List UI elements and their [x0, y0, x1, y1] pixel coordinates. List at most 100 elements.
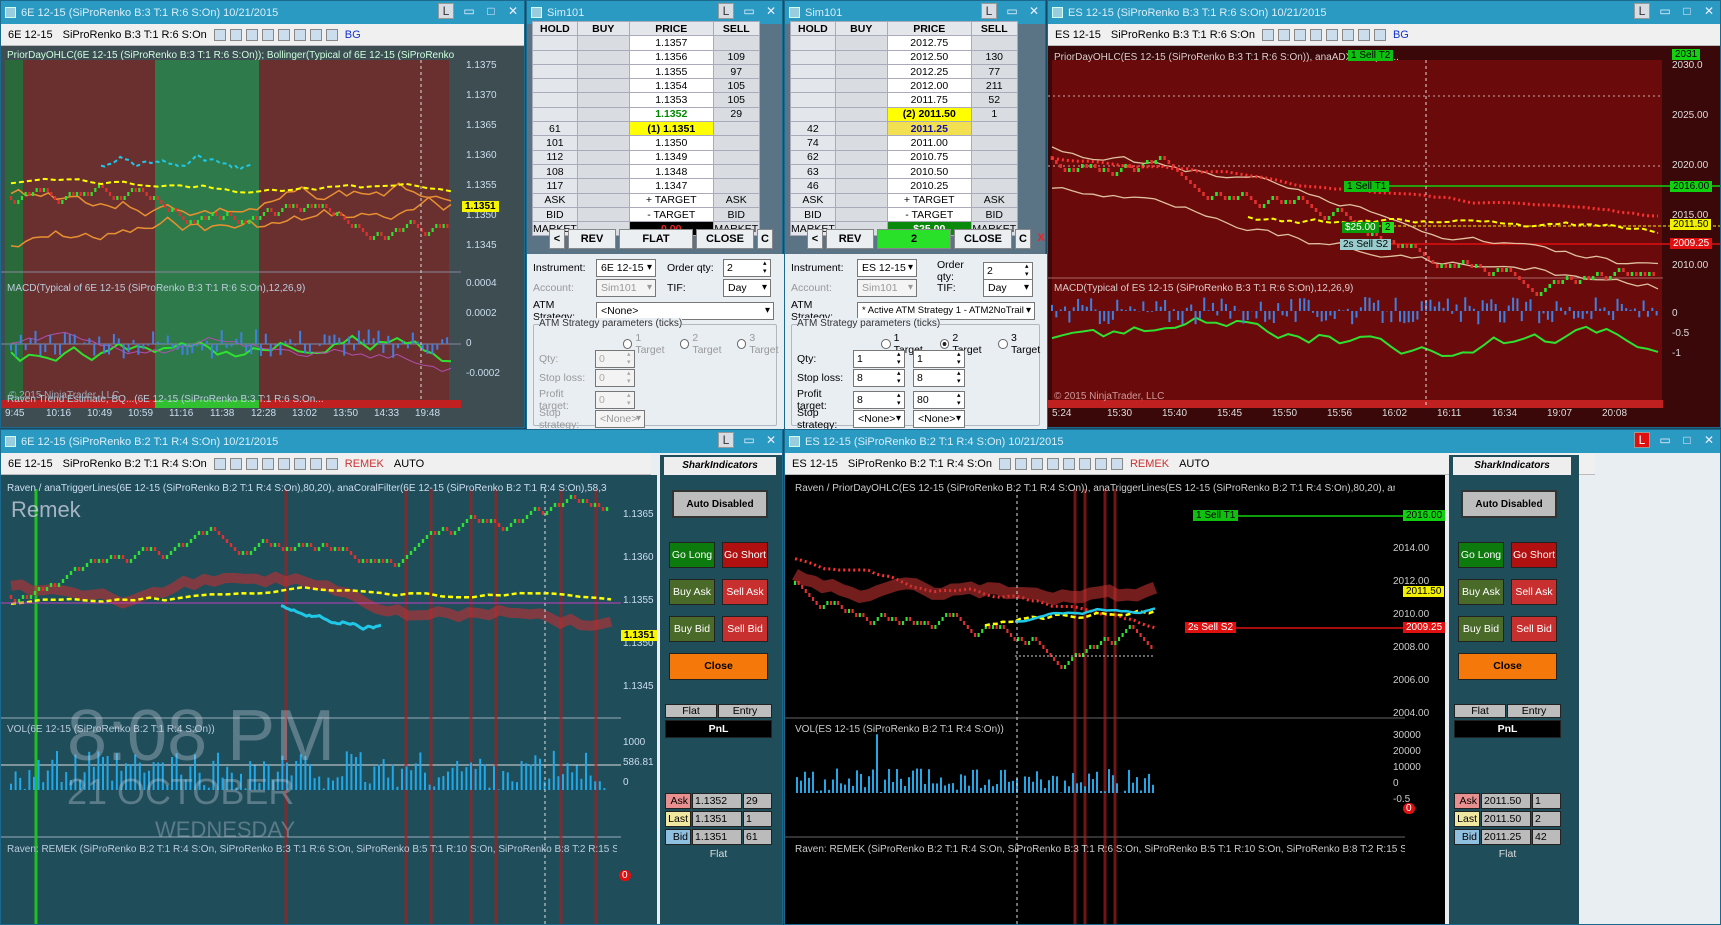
- sell-bid-button[interactable]: Sell Bid: [722, 616, 768, 642]
- hold-cell[interactable]: [790, 106, 836, 123]
- minimize-icon[interactable]: ▭: [1654, 432, 1676, 450]
- dom-window-es[interactable]: Sim101 L ▭ ✕ HOLD BUY PRICE SELL 2012.75 2012…: [784, 0, 1047, 431]
- period-selector[interactable]: SiProRenko B:2 T:1 R:4 S:On: [845, 458, 995, 470]
- buy-cell[interactable]: [834, 135, 888, 151]
- buy-cell[interactable]: [576, 149, 630, 165]
- hold-cell[interactable]: [790, 92, 836, 108]
- hold-cell[interactable]: 42: [790, 121, 836, 137]
- price-cell[interactable]: 1.1355: [628, 63, 714, 80]
- reverse-button[interactable]: REV: [826, 229, 874, 249]
- buy-cell[interactable]: [576, 92, 630, 108]
- price-chart[interactable]: PriorDayOHLC(6E 12-15 (SiProRenko B:3 T:…: [1, 46, 524, 427]
- ladder-row[interactable]: 2012.25 77: [790, 63, 1018, 80]
- drawing-tool-icon[interactable]: [1293, 28, 1306, 41]
- sell-cell[interactable]: 109: [712, 49, 760, 65]
- price-cell[interactable]: 2011.25: [886, 121, 972, 137]
- zoom-icon[interactable]: [277, 457, 290, 470]
- buy-ask-button[interactable]: Buy Ask: [669, 579, 715, 605]
- buy-cell[interactable]: [834, 49, 888, 65]
- pencil-icon[interactable]: [1014, 457, 1027, 470]
- auto-disabled-button[interactable]: Auto Disabled: [1461, 490, 1557, 518]
- price-cell[interactable]: (2) 2011.50: [886, 106, 972, 123]
- zoom-icon[interactable]: [1062, 457, 1075, 470]
- crosshair-icon[interactable]: [1046, 457, 1059, 470]
- close-icon[interactable]: ✕: [1698, 3, 1720, 21]
- reverse-button[interactable]: REV: [568, 229, 616, 249]
- auto-disabled-button[interactable]: Auto Disabled: [672, 490, 768, 518]
- price-cell[interactable]: 1.1357: [628, 35, 714, 51]
- ladder-row[interactable]: 1.1352 29: [532, 106, 760, 123]
- properties-icon[interactable]: [1373, 28, 1386, 41]
- sell-cell[interactable]: 211: [970, 78, 1018, 94]
- ladder-row[interactable]: BID - TARGET BID: [790, 206, 1018, 223]
- qty-input[interactable]: 0: [595, 350, 635, 368]
- sell-cell[interactable]: [970, 149, 1018, 165]
- ladder-row[interactable]: 1.1356 109: [532, 49, 760, 65]
- ladder-row[interactable]: 46 2010.25: [790, 178, 1018, 194]
- properties-icon[interactable]: [325, 457, 338, 470]
- period-selector[interactable]: SiProRenko B:3 T:1 R:6 S:On: [60, 29, 210, 41]
- ladder-row[interactable]: 1.1354 105: [532, 78, 760, 94]
- account-select[interactable]: Sim101: [596, 279, 656, 297]
- sell-t2-tag[interactable]: 1 Sell T2: [1348, 50, 1394, 61]
- sell-cell[interactable]: 1: [970, 106, 1018, 123]
- close-button[interactable]: Close: [1458, 653, 1557, 680]
- stoploss1-input[interactable]: 8: [853, 369, 905, 387]
- bar-type-icon[interactable]: [213, 457, 226, 470]
- target3-radio[interactable]: 3 Target: [998, 332, 1047, 356]
- buy-cell[interactable]: [834, 63, 888, 80]
- back-button[interactable]: <: [549, 229, 565, 249]
- sell-s2-tag[interactable]: 2s Sell S2: [1340, 239, 1392, 250]
- price-chart[interactable]: Raven / anaTriggerLines(6E 12-15 (SiProR…: [1, 475, 657, 924]
- price-cell[interactable]: 1.1349: [628, 149, 714, 165]
- auto-selector[interactable]: AUTO: [391, 458, 427, 470]
- buy-cell[interactable]: [834, 106, 888, 123]
- maximize-icon[interactable]: □: [1676, 432, 1698, 450]
- hold-cell[interactable]: [532, 35, 578, 51]
- link-button[interactable]: L: [718, 3, 734, 19]
- strategies-icon[interactable]: [309, 457, 322, 470]
- zoom-icon[interactable]: [277, 28, 290, 41]
- hold-cell[interactable]: [532, 78, 578, 94]
- hold-cell[interactable]: [532, 63, 578, 80]
- price-ladder[interactable]: HOLD BUY PRICE SELL 2012.75 2012.50 130 2012.25…: [790, 20, 1018, 237]
- price-cell[interactable]: 2011.75: [886, 92, 972, 108]
- maximize-icon[interactable]: □: [1676, 3, 1698, 21]
- close-position-button[interactable]: CLOSE: [954, 229, 1012, 249]
- price-cell[interactable]: 1.1354: [628, 78, 714, 94]
- bar-type-icon[interactable]: [998, 457, 1011, 470]
- minimize-icon[interactable]: ▭: [1001, 3, 1023, 21]
- stop-strategy-select[interactable]: <None>: [595, 410, 645, 428]
- hold-cell[interactable]: 101: [532, 135, 578, 151]
- minimize-icon[interactable]: ▭: [1654, 3, 1676, 21]
- hold-cell[interactable]: ASK: [532, 192, 578, 208]
- ladder-row[interactable]: 2011.75 52: [790, 92, 1018, 108]
- sell-cell[interactable]: 105: [712, 92, 760, 108]
- chart-window-6e-top[interactable]: 6E 12-15 (SiProRenko B:3 T:1 R:6 S:On) 1…: [0, 0, 525, 428]
- strategies-icon[interactable]: [1357, 28, 1370, 41]
- cancel-button[interactable]: C: [757, 229, 773, 249]
- hold-cell[interactable]: [532, 49, 578, 65]
- qty1-input[interactable]: 1: [853, 350, 905, 368]
- buy-cell[interactable]: [834, 149, 888, 165]
- auto-selector[interactable]: AUTO: [1176, 458, 1212, 470]
- close-icon[interactable]: ✕: [1698, 432, 1720, 450]
- buy-cell[interactable]: [834, 92, 888, 108]
- crosshair-icon[interactable]: [1309, 28, 1322, 41]
- sell-ask-button[interactable]: Sell Ask: [722, 579, 768, 605]
- buy-cell[interactable]: [576, 178, 630, 194]
- price-cell[interactable]: - TARGET: [886, 206, 972, 223]
- chart-window-es-top[interactable]: ES 12-15 (SiProRenko B:3 T:1 R:6 S:On) 1…: [1047, 0, 1721, 428]
- instrument-selector[interactable]: 6E 12-15: [5, 29, 56, 41]
- price-cell[interactable]: 1.1356: [628, 49, 714, 65]
- buy-cell[interactable]: [576, 78, 630, 94]
- close-icon[interactable]: ✕: [760, 3, 782, 21]
- hold-cell[interactable]: 63: [790, 163, 836, 180]
- tif-select[interactable]: Day: [723, 279, 771, 297]
- buy-cell[interactable]: [576, 35, 630, 51]
- sell-cell[interactable]: BID: [970, 206, 1018, 223]
- link-button[interactable]: L: [981, 3, 997, 19]
- sell-bid-button[interactable]: Sell Bid: [1511, 616, 1557, 642]
- ladder-row[interactable]: 117 1.1347: [532, 178, 760, 194]
- title-bar[interactable]: 6E 12-15 (SiProRenko B:2 T:1 R:4 S:On) 1…: [1, 430, 782, 453]
